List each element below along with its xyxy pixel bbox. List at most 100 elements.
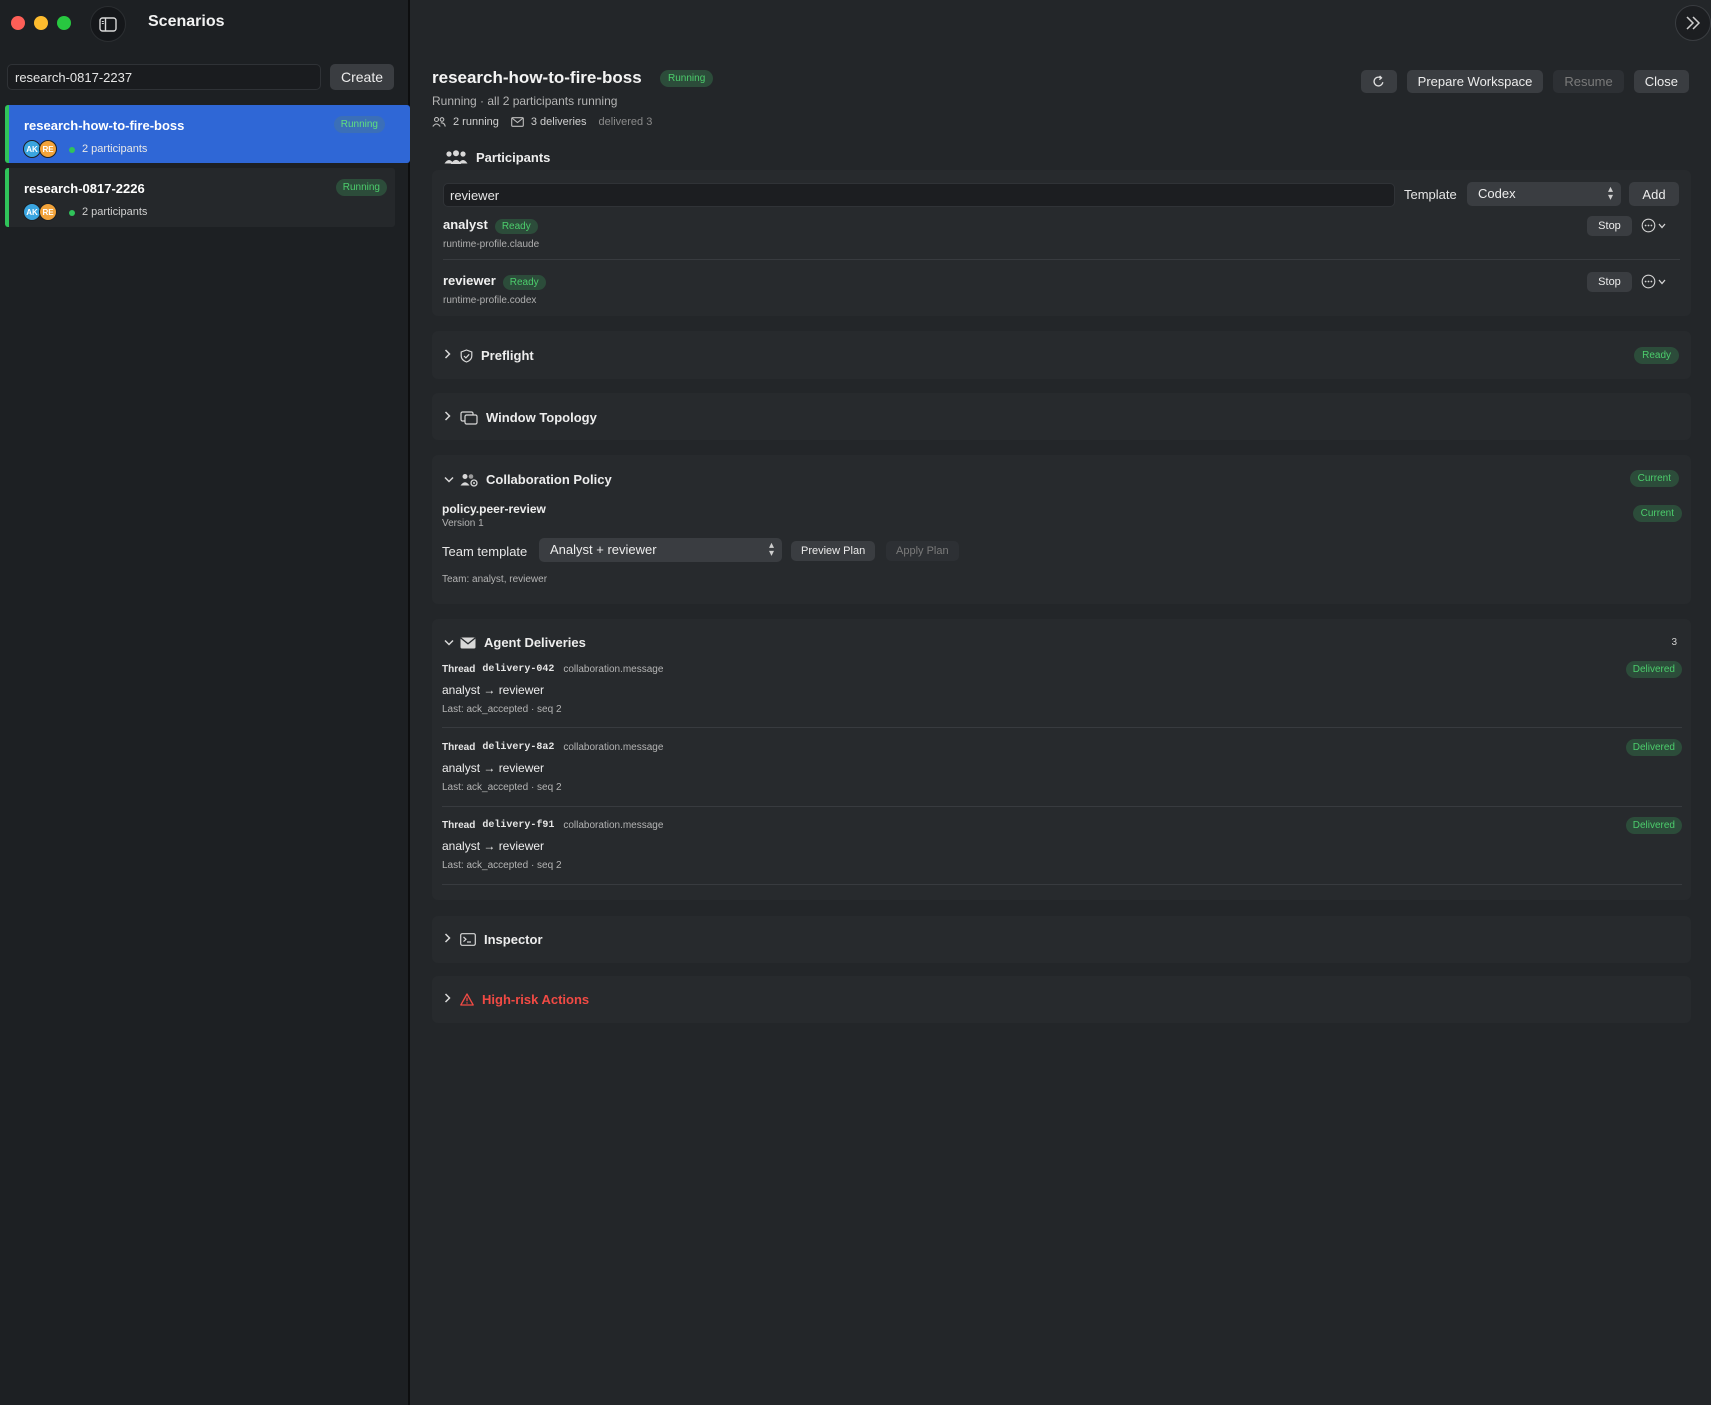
participant-profile: runtime-profile.claude <box>443 239 540 250</box>
participants-header: Participants <box>444 150 550 165</box>
section-title: Participants <box>476 150 551 165</box>
people-gear-icon <box>460 473 478 487</box>
agent-deliveries-header[interactable]: Agent Deliveries <box>444 635 586 650</box>
status-badge: Running <box>660 70 714 87</box>
refresh-icon <box>1373 75 1384 87</box>
header-stats: 2 running 3 deliveries delivered 3 <box>432 116 664 128</box>
delivery-last: Last: ack_accepted · seq 2 <box>442 704 562 715</box>
preflight-section[interactable]: Preflight Ready <box>432 331 1691 379</box>
sidebar: Scenarios Create research-how-to-fire-bo… <box>0 0 410 1405</box>
inspector-section[interactable]: Inspector <box>432 916 1691 963</box>
section-title: Inspector <box>484 932 543 947</box>
envelope-icon <box>511 117 524 127</box>
preview-plan-button[interactable]: Preview Plan <box>791 541 876 561</box>
expand-button[interactable] <box>1675 5 1711 41</box>
delivery-kind: collaboration.message <box>563 664 664 675</box>
delivery-row[interactable]: Thread delivery-f91 collaboration.messag… <box>442 817 1682 871</box>
team-template-select[interactable]: Analyst + reviewer ▴ ▾ <box>539 538 782 562</box>
window-close-control[interactable] <box>11 16 25 30</box>
scenario-name: research-0817-2226 <box>24 181 145 196</box>
stop-button[interactable]: Stop <box>1587 216 1632 236</box>
status-badge: Delivered <box>1625 739 1682 756</box>
header-actions: Prepare Workspace Resume Close <box>1360 70 1689 93</box>
section-title: Collaboration Policy <box>486 472 612 487</box>
scenario-item[interactable]: research-how-to-fire-boss Running AK RE … <box>5 105 410 163</box>
status-badge: Ready <box>1634 347 1679 364</box>
delivery-row[interactable]: Thread delivery-8a2 collaboration.messag… <box>442 739 1682 793</box>
chevron-right-icon <box>444 993 456 1006</box>
participant-count: 2 participants <box>82 206 148 218</box>
avatar: RE <box>39 203 57 221</box>
delivery-route: analyst → reviewer <box>442 683 545 697</box>
people-icon <box>432 117 446 127</box>
prepare-workspace-button[interactable]: Prepare Workspace <box>1406 70 1544 93</box>
participant-row: analyst Ready runtime-profile.claude Stop <box>443 216 1680 250</box>
chevron-down-icon <box>444 637 456 649</box>
status-badge: Ready <box>494 219 538 234</box>
divider <box>442 806 1682 807</box>
windows-icon <box>460 410 478 425</box>
scenario-name-input[interactable] <box>7 64 321 90</box>
status-dot <box>69 210 75 216</box>
collaboration-policy-header[interactable]: Collaboration Policy <box>444 472 612 487</box>
close-button[interactable]: Close <box>1633 70 1689 93</box>
scenario-item[interactable]: research-0817-2226 Running AK RE 2 parti… <box>5 168 395 227</box>
create-button[interactable]: Create <box>330 64 394 90</box>
resume-button[interactable]: Resume <box>1553 70 1624 93</box>
preflight-header[interactable]: Preflight <box>444 348 534 363</box>
window-minimize-control[interactable] <box>34 16 48 30</box>
delivered-count: delivered 3 <box>598 116 653 128</box>
thread-label: Thread <box>442 664 476 675</box>
high-risk-actions-header[interactable]: High-risk Actions <box>444 992 589 1007</box>
divider <box>442 884 1682 885</box>
status-badge: Running <box>333 116 385 133</box>
team-template-label: Team template <box>442 544 528 559</box>
warning-icon <box>460 993 474 1006</box>
delivery-last: Last: ack_accepted · seq 2 <box>442 860 562 871</box>
chevron-right-icon <box>444 933 456 946</box>
delivery-row[interactable]: Thread delivery-042 collaboration.messag… <box>442 661 1682 715</box>
policy-name: policy.peer-review <box>442 502 546 516</box>
participant-name-input[interactable] <box>443 183 1395 207</box>
status-badge: Delivered <box>1625 817 1682 834</box>
stop-button[interactable]: Stop <box>1587 272 1632 292</box>
team-description: Team: analyst, reviewer <box>442 574 548 585</box>
thread-label: Thread <box>442 820 476 831</box>
thread-label: Thread <box>442 742 476 753</box>
delivery-id: delivery-042 <box>482 664 555 675</box>
window-topology-section[interactable]: Window Topology <box>432 393 1691 440</box>
ellipsis-circle-icon <box>1641 218 1656 233</box>
delivery-id: delivery-8a2 <box>482 742 555 753</box>
participant-count: 2 participants <box>82 143 148 155</box>
shield-check-icon <box>460 348 473 363</box>
divider <box>443 259 1680 260</box>
add-button[interactable]: Add <box>1629 182 1679 206</box>
sidebar-toggle-button[interactable] <box>90 6 126 42</box>
team-template-value: Analyst + reviewer <box>550 542 657 557</box>
inspector-header[interactable]: Inspector <box>444 932 543 947</box>
envelope-icon <box>460 636 476 648</box>
refresh-button[interactable] <box>1360 70 1397 93</box>
status-badge: Running <box>335 179 387 196</box>
status-dot <box>69 147 75 153</box>
window-topology-header[interactable]: Window Topology <box>444 410 597 425</box>
terminal-icon <box>460 933 476 946</box>
status-badge: Ready <box>502 275 546 290</box>
delivery-route: analyst → reviewer <box>442 839 545 853</box>
window-zoom-control[interactable] <box>57 16 71 30</box>
more-menu[interactable] <box>1641 218 1666 233</box>
chevron-down-icon <box>444 474 456 486</box>
participant-name: analyst <box>443 217 488 232</box>
chevron-right-icon <box>444 349 456 362</box>
template-select[interactable]: Codex ▴ ▾ <box>1467 182 1621 206</box>
more-menu[interactable] <box>1641 274 1666 289</box>
avatar: RE <box>39 140 57 158</box>
apply-plan-button[interactable]: Apply Plan <box>886 541 959 561</box>
agent-deliveries-section: Agent Deliveries 3 Thread delivery-042 c… <box>432 619 1691 900</box>
participants-section: Template Codex ▴▾ Add analyst Ready runti… <box>432 170 1691 316</box>
double-chevron-right-icon <box>1686 16 1701 30</box>
deliveries-count: 3 deliveries <box>530 116 587 128</box>
chevron-right-icon <box>444 411 456 424</box>
high-risk-actions-section[interactable]: High-risk Actions <box>432 976 1691 1023</box>
section-title: High-risk Actions <box>482 992 590 1007</box>
